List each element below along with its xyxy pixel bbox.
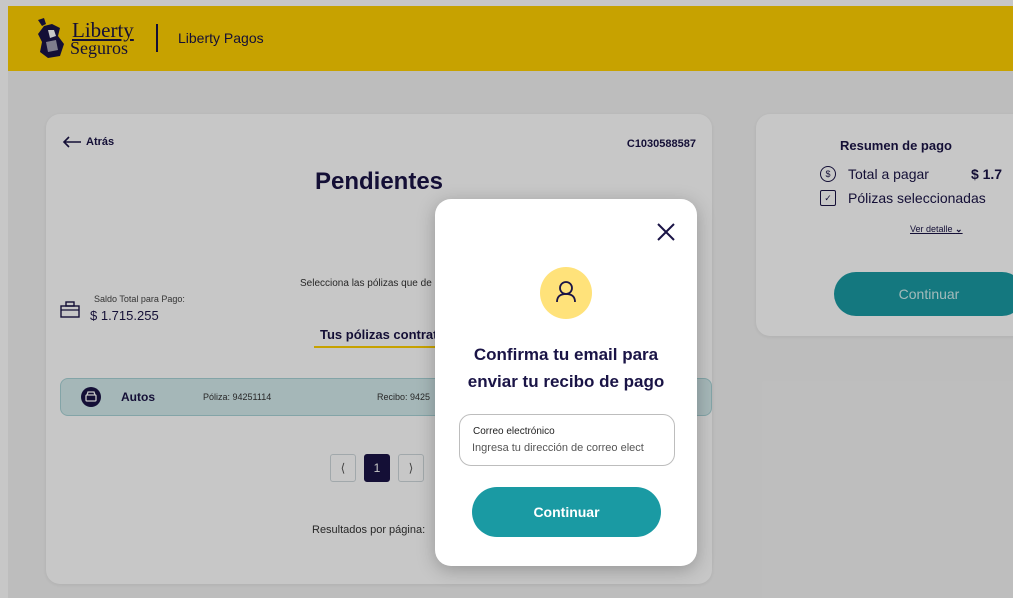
modal-title: Confirma tu email para enviar tu recibo … — [435, 341, 697, 395]
email-field-label: Correo electrónico — [473, 426, 555, 437]
modal-title-line2: enviar tu recibo de pago — [467, 372, 665, 391]
email-input[interactable] — [472, 442, 662, 454]
user-icon-badge — [540, 267, 592, 319]
email-confirmation-modal: Confirma tu email para enviar tu recibo … — [435, 199, 697, 566]
modal-continue-button[interactable]: Continuar — [472, 487, 661, 537]
close-icon[interactable] — [655, 221, 677, 243]
modal-title-line1: Confirma tu email para — [473, 345, 659, 364]
email-field[interactable]: Correo electrónico — [459, 414, 675, 466]
user-icon — [556, 281, 576, 303]
